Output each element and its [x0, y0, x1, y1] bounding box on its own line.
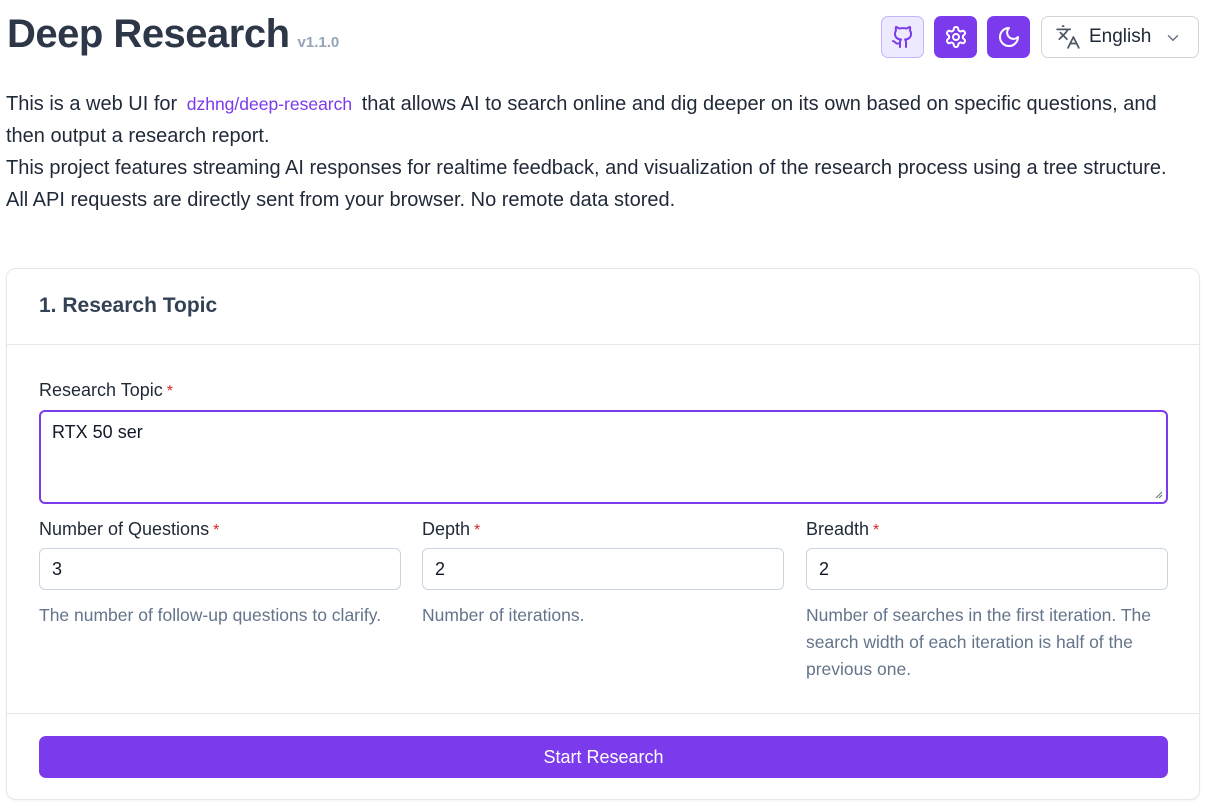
translate-icon: [1056, 25, 1080, 49]
breadth-label: Breadth *: [806, 519, 880, 539]
required-asterisk: *: [474, 522, 481, 539]
theme-toggle-button[interactable]: [987, 16, 1030, 58]
page-title: Deep Research v1.1.0: [7, 12, 340, 56]
version-badge: v1.1.0: [297, 34, 340, 51]
intro-text: This is a web UI for dzhng/deep-research…: [6, 88, 1201, 216]
resize-grip-icon[interactable]: [1155, 491, 1163, 499]
required-asterisk: *: [213, 522, 220, 539]
chevron-down-icon: [1167, 35, 1179, 41]
required-asterisk: *: [166, 383, 173, 400]
app-header: Deep Research v1.1.0 English: [7, 8, 1200, 64]
intro-paragraph-1: This is a web UI for dzhng/deep-research…: [6, 93, 1157, 147]
settings-button[interactable]: [934, 16, 977, 58]
intro-paragraph-2: This project features streaming AI respo…: [6, 157, 1167, 179]
questions-help: The number of follow-up questions to cla…: [39, 605, 382, 625]
moon-icon: [998, 27, 1019, 47]
questions-input[interactable]: 3: [39, 548, 401, 590]
required-asterisk: *: [873, 522, 880, 539]
card-header: 1. Research Topic: [7, 269, 1199, 345]
card-title: 1. Research Topic: [39, 294, 218, 317]
language-select[interactable]: English: [1041, 16, 1199, 58]
github-button[interactable]: [881, 16, 924, 58]
card-footer-divider: [7, 713, 1199, 714]
questions-label: Number of Questions *: [39, 519, 220, 539]
start-research-button[interactable]: Start Research: [39, 736, 1168, 778]
gear-icon: [945, 26, 966, 48]
research-topic-label: Research Topic *: [39, 380, 173, 400]
breadth-input[interactable]: 2: [806, 548, 1168, 590]
repo-link[interactable]: dzhng/deep-research: [183, 94, 356, 114]
depth-input[interactable]: 2: [422, 548, 784, 590]
research-topic-textarea[interactable]: RTX 50 ser: [39, 410, 1168, 504]
breadth-help: Number of searches in the first iteratio…: [806, 605, 1151, 679]
github-icon: [891, 26, 912, 48]
depth-label: Depth *: [422, 519, 481, 539]
language-label: English: [1089, 26, 1152, 47]
research-topic-card: 1. Research Topic Research Topic * RTX 50…: [6, 268, 1200, 800]
depth-help: Number of iterations.: [422, 605, 585, 625]
intro-paragraph-3: All API requests are directly sent from …: [6, 189, 676, 211]
